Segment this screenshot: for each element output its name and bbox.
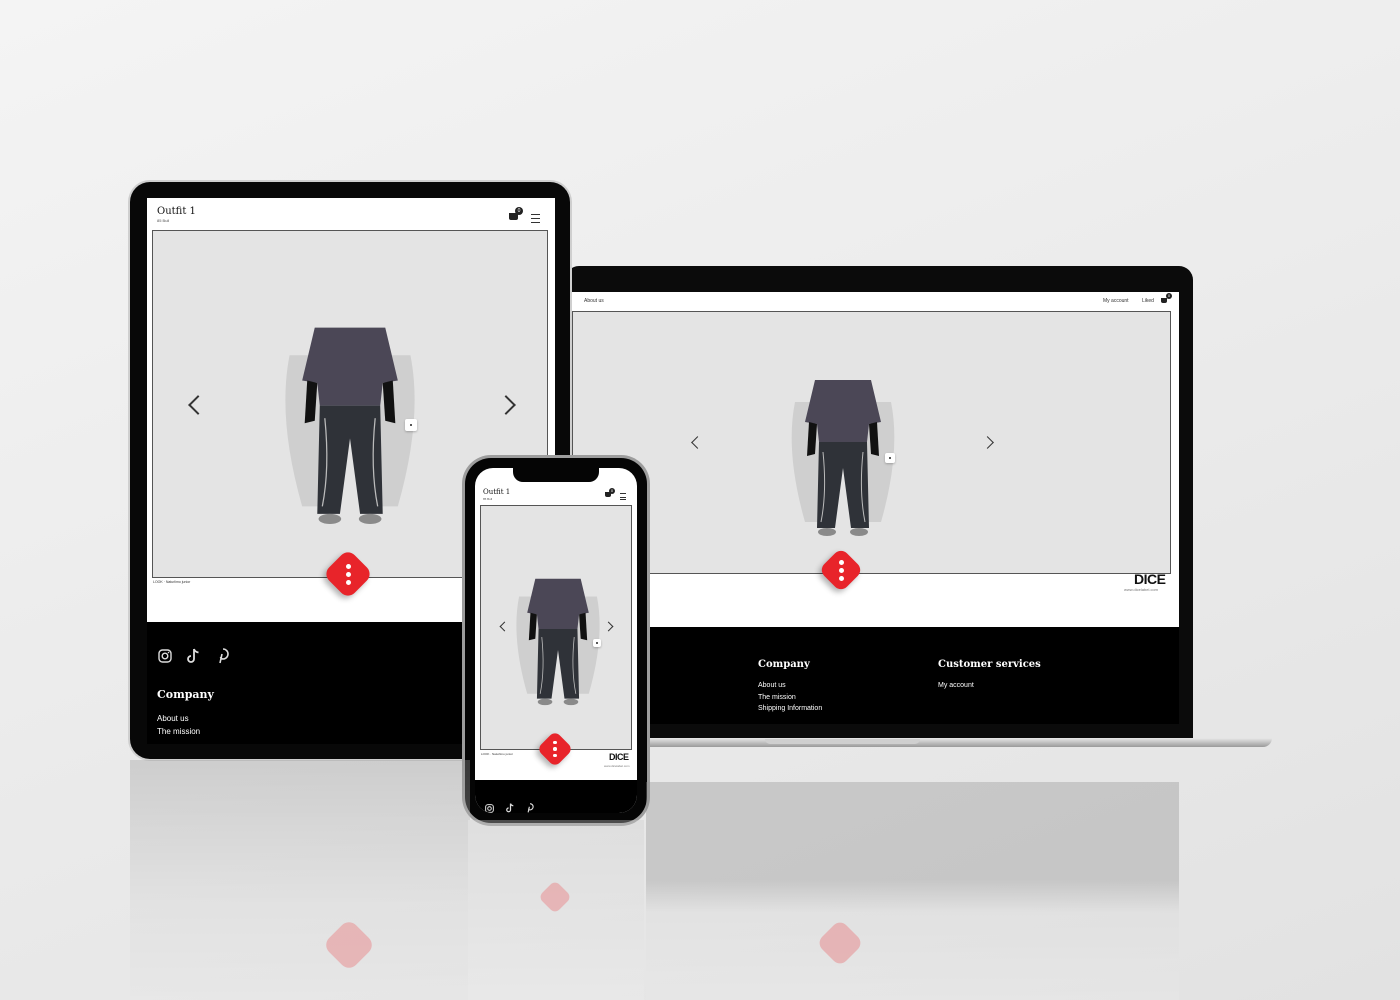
reflection-tablet <box>130 760 470 1000</box>
page-title: Outfit 1 <box>157 206 196 217</box>
tiktok-icon[interactable] <box>187 648 201 664</box>
cart-icon[interactable] <box>1161 298 1167 303</box>
footer-link-about[interactable]: About us <box>157 714 189 723</box>
footer-link-about[interactable]: About us <box>758 682 786 689</box>
chevron-left-icon[interactable] <box>499 621 510 632</box>
laptop-screen: About us My account Liked 0 DICE www.dic… <box>572 292 1179 724</box>
footer-link-mission[interactable]: The mission <box>758 694 796 701</box>
look-credit: LOOK · Naturlimo junior <box>481 752 514 756</box>
laptop-outfit-stage <box>572 311 1171 574</box>
footer-link-my-account[interactable]: My account <box>938 682 974 689</box>
footer-link-mission[interactable]: The mission <box>157 727 200 736</box>
company-heading: Company <box>758 659 810 670</box>
laptop-nav-liked[interactable]: Liked <box>1142 298 1154 304</box>
chevron-right-icon[interactable] <box>981 436 994 449</box>
company-heading: Company <box>157 688 214 701</box>
instagram-icon[interactable] <box>158 649 172 663</box>
pinterest-icon[interactable] <box>217 648 229 664</box>
page-subtitle: 85 Bull <box>483 497 493 501</box>
chevron-left-icon[interactable] <box>188 395 208 415</box>
laptop-nav-account[interactable]: My account <box>1103 298 1129 304</box>
look-credit: LOOK · Naturlimo junior <box>153 580 191 584</box>
menu-icon[interactable] <box>620 493 626 500</box>
dice-small-button[interactable] <box>405 419 417 431</box>
outfit-figure <box>516 578 600 706</box>
services-heading: Customer services <box>938 659 1041 670</box>
cart-badge: 0 <box>609 488 615 494</box>
laptop-notch <box>765 739 920 744</box>
dice-icon[interactable] <box>322 548 374 600</box>
floor-reflection <box>0 760 1400 1000</box>
cart-badge: 0 <box>1166 293 1172 299</box>
phone-notch <box>513 468 599 482</box>
dice-small-button[interactable] <box>885 453 895 463</box>
outfit-figure <box>791 380 895 536</box>
brand-website: www.dicelabel.com <box>1124 587 1159 592</box>
outfit-figure <box>285 327 415 524</box>
dice-small-button[interactable] <box>593 639 601 647</box>
menu-icon[interactable] <box>531 214 540 223</box>
laptop-nav-about[interactable]: About us <box>584 298 604 304</box>
chevron-right-icon[interactable] <box>496 395 516 415</box>
reflection-laptop <box>646 782 1179 1000</box>
dice-icon[interactable] <box>818 547 864 593</box>
laptop-footer: Company About us The mission Shipping In… <box>572 627 1179 724</box>
page-subtitle: 85 Bull <box>157 218 170 223</box>
phone-outfit-stage <box>480 505 632 750</box>
chevron-left-icon[interactable] <box>691 436 704 449</box>
chevron-right-icon[interactable] <box>603 621 614 632</box>
footer-link-shipping[interactable]: Shipping Information <box>758 705 822 712</box>
cart-badge: 0 <box>515 207 523 215</box>
page-title: Outfit 1 <box>483 488 511 496</box>
brand-logo: DICE <box>1134 571 1166 587</box>
